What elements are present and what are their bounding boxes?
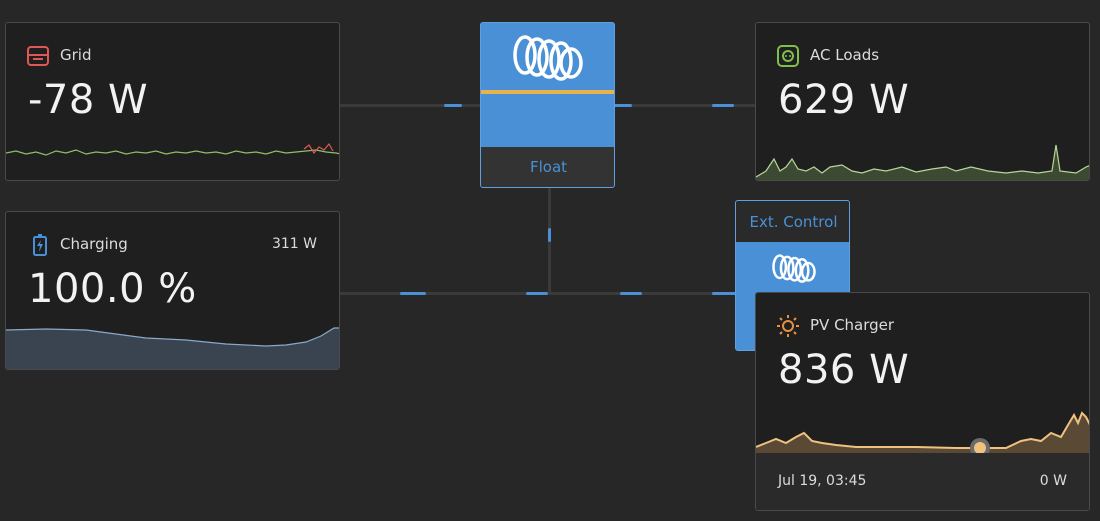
flow-indicator: [444, 104, 462, 107]
battery-charging-icon: [28, 233, 52, 257]
grid-card[interactable]: Grid -78 W: [5, 22, 340, 181]
grid-title: Grid: [60, 46, 92, 64]
inverter-state-bar: [481, 90, 614, 94]
ac-loads-sparkline: [756, 144, 1089, 180]
ac-loads-title: AC Loads: [810, 46, 880, 64]
ac-loads-card[interactable]: AC Loads 629 W: [755, 22, 1090, 181]
sun-icon: [776, 314, 800, 338]
grid-icon: [26, 44, 50, 68]
pv-timestamp-value: 0 W: [1039, 473, 1067, 489]
flow-indicator: [548, 228, 551, 242]
pv-title: PV Charger: [810, 316, 895, 334]
flow-indicator: [712, 292, 736, 295]
inverter-state-label: Float: [529, 158, 568, 176]
grid-power-value: -78 W: [28, 77, 149, 123]
pv-power-value: 836 W: [778, 347, 910, 393]
ac-loads-value: 629 W: [778, 77, 910, 123]
victron-logo-icon: [771, 253, 817, 283]
ac-outlet-icon: [776, 44, 800, 68]
flow-indicator: [400, 292, 426, 295]
battery-power-value: 311 W: [271, 236, 317, 252]
inverter-unit[interactable]: Float: [480, 22, 615, 188]
solar-charger-label: Ext. Control: [749, 213, 838, 231]
flow-indicator: [620, 292, 642, 295]
flow-indicator: [614, 104, 632, 107]
pv-charger-card[interactable]: PV Charger 836 W Jul 19, 03:45 0 W: [755, 292, 1090, 511]
victron-logo-icon: [511, 33, 585, 81]
battery-card[interactable]: Charging 311 W 100.0 %: [5, 211, 340, 370]
battery-sparkline: [6, 327, 339, 369]
flow-indicator: [712, 104, 734, 107]
battery-soc-value: 100.0 %: [28, 266, 197, 312]
pv-timestamp: Jul 19, 03:45: [778, 473, 867, 489]
grid-sparkline: [6, 142, 339, 156]
battery-title: Charging: [60, 235, 128, 253]
pv-sparkline[interactable]: [756, 403, 1090, 453]
flow-indicator: [526, 292, 548, 295]
